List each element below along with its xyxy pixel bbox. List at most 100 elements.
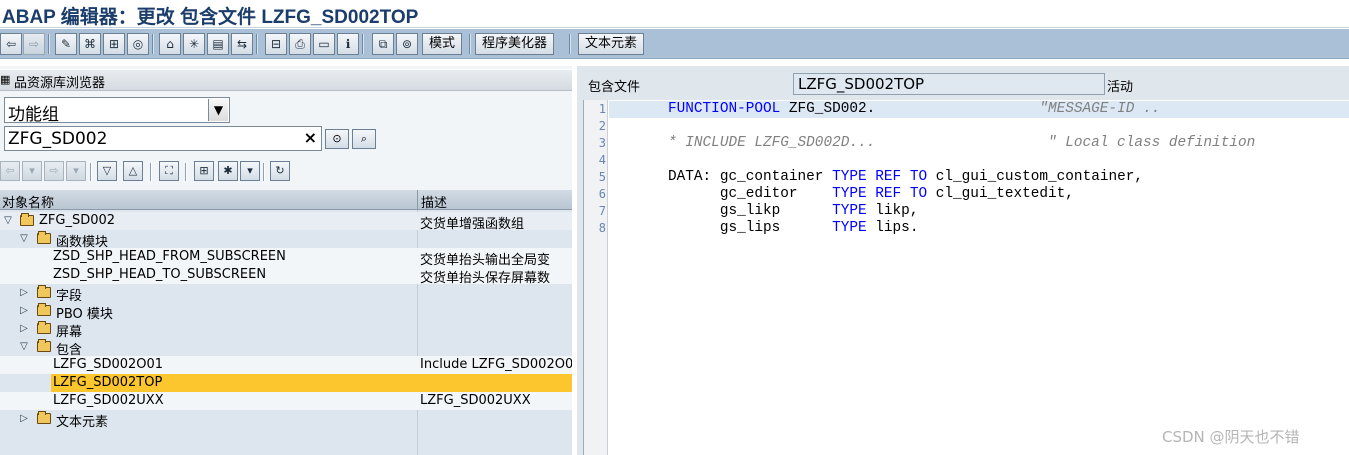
- other-object-icon[interactable]: ⌘: [79, 33, 101, 55]
- tree-row[interactable]: ▽ ZFG_SD002 交货单增强函数组: [0, 212, 572, 232]
- expand-toggle-icon[interactable]: ▷: [18, 285, 30, 301]
- watermark: CSDN @阴天也不错: [1162, 428, 1300, 446]
- line-number: 1: [598, 102, 606, 116]
- expand-toggle-icon[interactable]: ▽: [18, 231, 30, 247]
- collapse-icon[interactable]: △: [123, 161, 143, 181]
- window-title: ABAP 编辑器：更改 包含文件 LZFG_SD002TOP: [2, 7, 419, 28]
- hierarchy-icon[interactable]: ⊞: [194, 161, 214, 181]
- code-line[interactable]: FUNCTION-POOL ZFG_SD002. "MESSAGE-ID ..: [609, 101, 1349, 118]
- code-token: TYPE: [832, 186, 867, 202]
- code-line[interactable]: gs_likp TYPE likp,: [668, 203, 919, 220]
- test-icon[interactable]: ⌂: [159, 33, 181, 55]
- where-used-icon[interactable]: ✳: [183, 33, 205, 55]
- window-icon[interactable]: ▭: [313, 33, 335, 55]
- code-token: REF: [875, 169, 902, 185]
- line-number: 8: [598, 221, 606, 235]
- tree-node-name: 文本元素: [56, 415, 109, 430]
- expand-toggle-icon[interactable]: ▷: [18, 321, 30, 337]
- chevron-down-icon[interactable]: ▼: [208, 99, 228, 121]
- tree-row[interactable]: ▷ PBO 模块: [0, 302, 572, 322]
- tree-header: 对象名称 描述: [0, 190, 572, 211]
- next-object-icon[interactable]: ⇨: [44, 161, 64, 181]
- back-arrow-icon[interactable]: ⇦: [0, 33, 22, 55]
- refresh-icon[interactable]: ↻: [270, 161, 290, 181]
- expand-toggle-icon[interactable]: ▽: [18, 339, 30, 355]
- next-list-icon[interactable]: ▾: [66, 161, 86, 181]
- tree-node-description: Include LZFG_SD002O01: [420, 357, 572, 372]
- repository-browser-title: 品资源库浏览器: [14, 76, 106, 91]
- toolbar-separator: [152, 34, 154, 54]
- tree-row[interactable]: ▷ 屏幕: [0, 320, 572, 340]
- breakpoint-icon[interactable]: ⧉: [372, 33, 394, 55]
- activate-icon[interactable]: ◎: [127, 33, 149, 55]
- folder-icon: [37, 339, 51, 352]
- tree-row[interactable]: LZFG_SD002UXX LZFG_SD002UXX: [0, 392, 572, 410]
- external-breakpoint-icon[interactable]: ⊚: [396, 33, 418, 55]
- tree-row[interactable]: ZSD_SHP_HEAD_FROM_SUBSCREEN 交货单抬头输出全局变: [0, 248, 572, 268]
- previous-object-icon[interactable]: ⇦: [0, 161, 20, 181]
- object-name-value: ZFG_SD002: [8, 129, 108, 149]
- include-name-field: LZFG_SD002TOP: [793, 73, 1105, 95]
- object-tree: 对象名称 描述 ▽ ZFG_SD002 交货单增强函数组 ▽ 函数模块 ZSD_…: [0, 190, 572, 455]
- tree-row[interactable]: ▷ 文本元素: [0, 410, 572, 430]
- tree-node-description: LZFG_SD002UXX: [420, 393, 531, 408]
- navigation-icon[interactable]: ⇆: [231, 33, 253, 55]
- info-icon[interactable]: ℹ: [337, 33, 359, 55]
- title-bar: ABAP 编辑器：更改 包含文件 LZFG_SD002TOP: [0, 0, 1349, 28]
- object-name-input[interactable]: ZFG_SD002 ×: [4, 126, 322, 151]
- object-list-icon[interactable]: ▤: [207, 33, 229, 55]
- pattern-button[interactable]: 模式: [422, 33, 463, 55]
- tree-row[interactable]: LZFG_SD002O01 Include LZFG_SD002O01: [0, 356, 572, 374]
- print-icon[interactable]: ⎙: [289, 33, 311, 55]
- clear-icon[interactable]: ×: [304, 128, 317, 148]
- display-change-icon[interactable]: ✎: [55, 33, 77, 55]
- tree-row[interactable]: ▽ 包含: [0, 338, 572, 358]
- binoculars-icon[interactable]: ⛶: [159, 161, 179, 181]
- line-number: 2: [598, 119, 606, 133]
- hierarchy-icon[interactable]: ⊟: [265, 33, 287, 55]
- tree-node-name: LZFG_SD002UXX: [53, 393, 164, 408]
- tree-row[interactable]: ▷ 字段: [0, 284, 572, 304]
- code-editor[interactable]: 1 2 3 4 5 6 7 8 FUNCTION-POOL ZFG_SD002.…: [583, 100, 1349, 455]
- include-label: 包含文件: [588, 80, 641, 95]
- tree-row[interactable]: ZSD_SHP_HEAD_TO_SUBSCREEN 交货单抬头保存屏幕数: [0, 266, 572, 286]
- pretty-printer-button[interactable]: 程序美化器: [475, 33, 555, 55]
- folder-icon: [37, 303, 51, 316]
- folder-icon: [37, 285, 51, 298]
- repository-browser-header: ▦ 品资源库浏览器: [0, 69, 572, 91]
- object-type-value: 功能组: [8, 105, 59, 125]
- toolbar-separator: [362, 34, 364, 54]
- check-icon[interactable]: ⊞: [103, 33, 125, 55]
- code-line[interactable]: * INCLUDE LZFG_SD002D... " Local class d…: [668, 135, 1255, 152]
- display-button[interactable]: ⊙: [325, 129, 349, 149]
- code-token: TO: [909, 186, 928, 202]
- expand-icon[interactable]: ▽: [97, 161, 117, 181]
- toolbar-separator: [90, 163, 92, 181]
- expand-toggle-icon[interactable]: ▷: [18, 303, 30, 319]
- settings-dropdown-icon[interactable]: ▾: [240, 161, 260, 181]
- tree-node-name: ZFG_SD002: [39, 213, 116, 228]
- tree-row-selected[interactable]: LZFG_SD002TOP: [0, 374, 572, 392]
- settings-icon[interactable]: ✱: [218, 161, 238, 181]
- code-token: * INCLUDE LZFG_SD002D... " Local class d…: [668, 135, 1256, 151]
- toolbar-separator: [263, 163, 265, 181]
- expand-toggle-icon[interactable]: ▽: [2, 213, 14, 229]
- glasses-button[interactable]: ⌕: [352, 129, 376, 149]
- object-type-dropdown[interactable]: 功能组 ▼: [4, 97, 230, 125]
- code-line[interactable]: gc_editor TYPE REF TO cl_gui_textedit,: [668, 186, 1074, 203]
- toolbar-separator: [469, 34, 471, 54]
- code-line[interactable]: DATA: gc_container TYPE REF TO cl_gui_cu…: [668, 169, 1143, 186]
- toolbar-separator: [185, 163, 187, 181]
- line-number: 4: [598, 153, 606, 167]
- previous-list-icon[interactable]: ▾: [22, 161, 42, 181]
- code-line[interactable]: gs_lips TYPE lips.: [668, 220, 919, 237]
- expand-toggle-icon[interactable]: ▷: [18, 411, 30, 427]
- column-header-description[interactable]: 描述: [421, 192, 447, 211]
- code-token: TYPE: [832, 169, 867, 185]
- toolbar-separator: [150, 163, 152, 181]
- text-elements-button[interactable]: 文本元素: [578, 33, 645, 55]
- tree-row[interactable]: ▽ 函数模块: [0, 230, 572, 250]
- column-header-object-name[interactable]: 对象名称: [2, 192, 54, 211]
- forward-arrow-icon[interactable]: ⇨: [23, 33, 45, 55]
- line-number-gutter: 1 2 3 4 5 6 7 8: [584, 100, 608, 455]
